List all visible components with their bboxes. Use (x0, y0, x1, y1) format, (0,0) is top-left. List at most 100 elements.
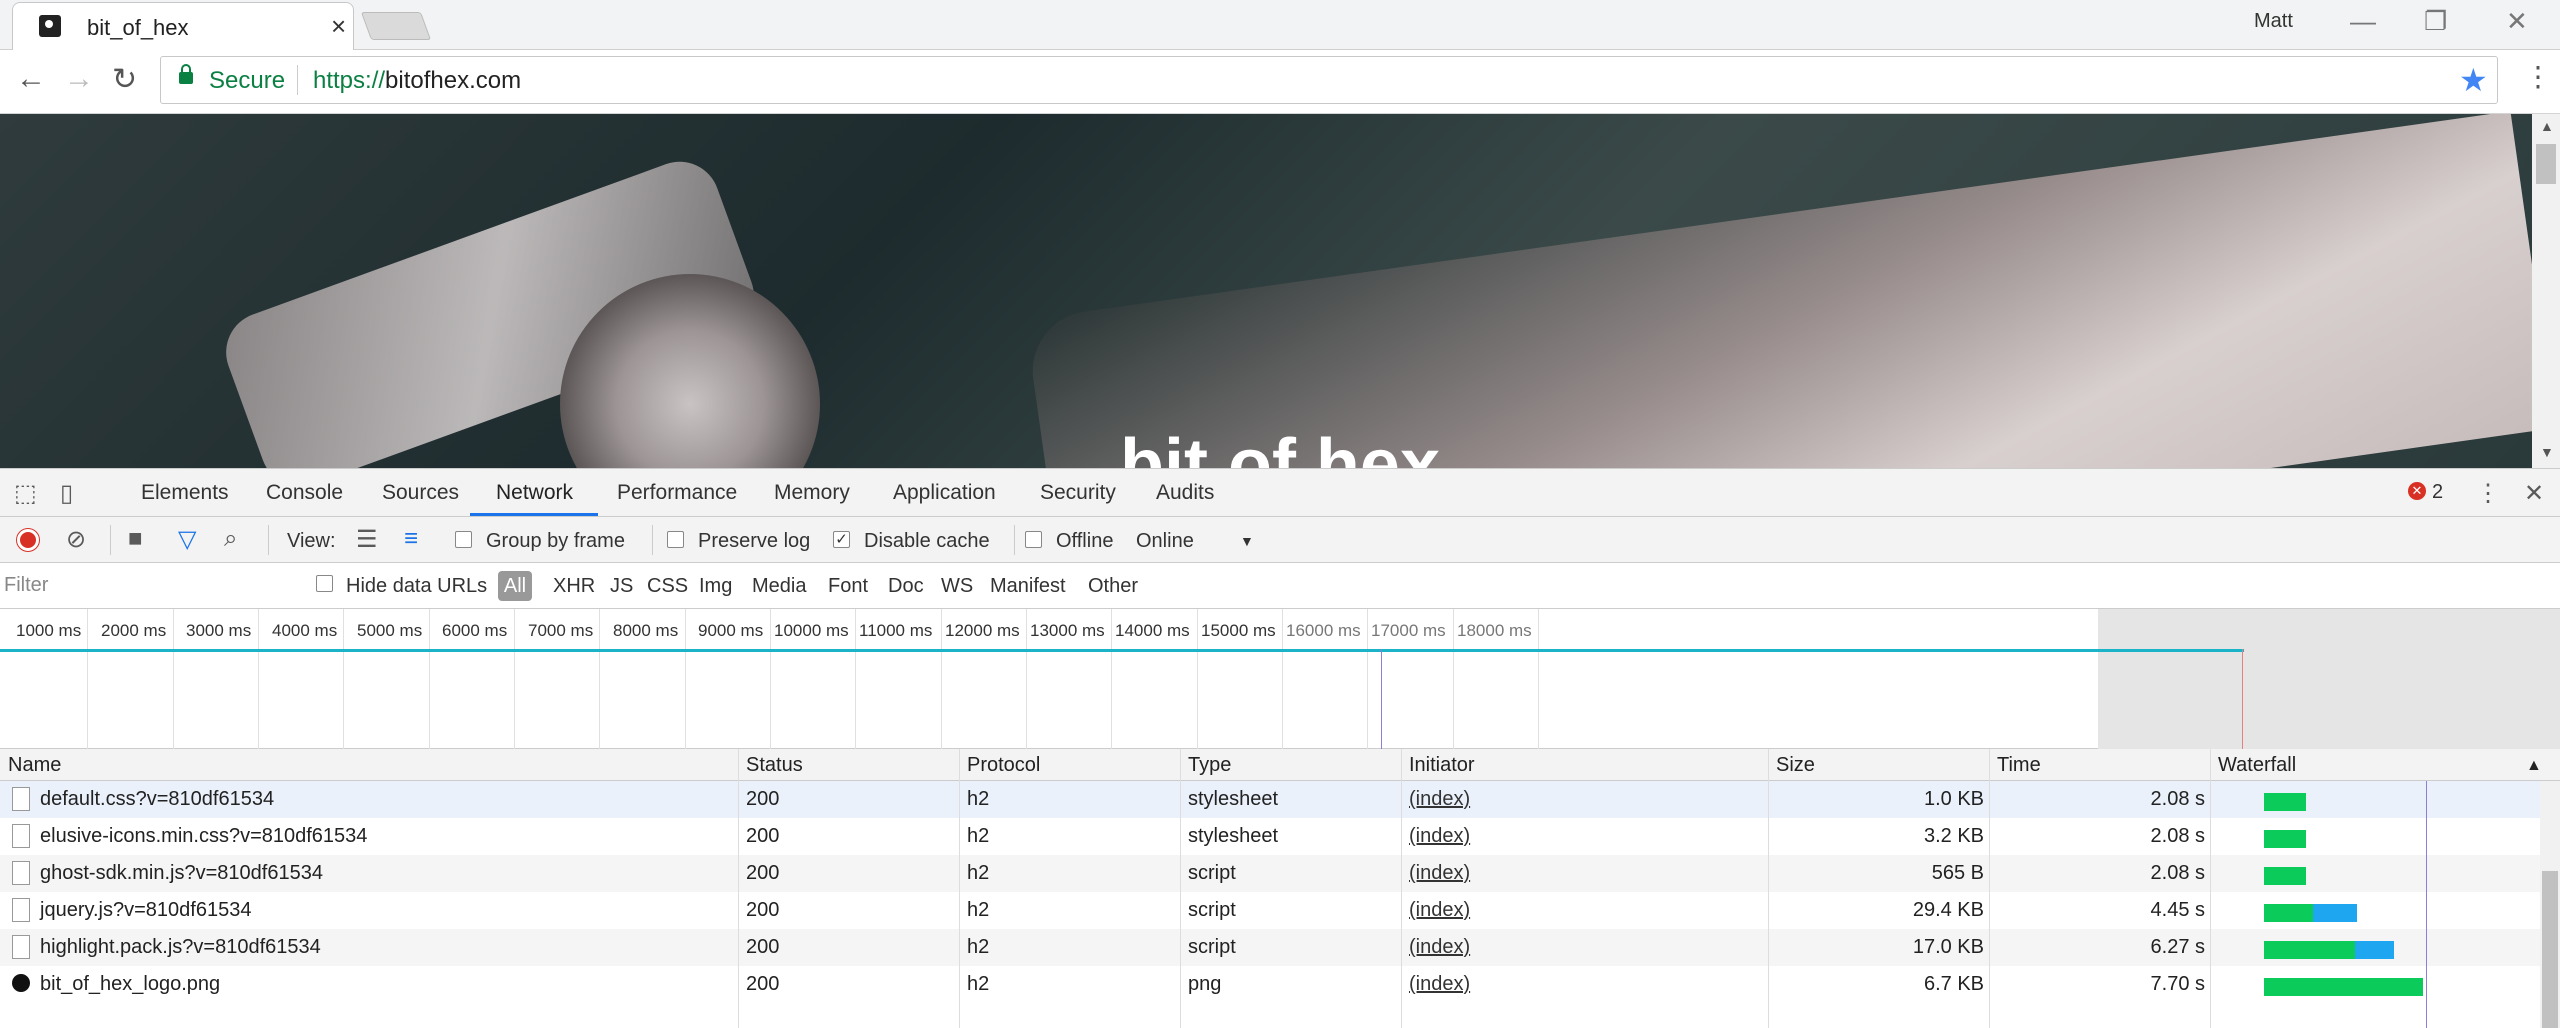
table-scroll-thumb[interactable] (2542, 871, 2558, 1028)
cell-name[interactable]: elusive-icons.min.css?v=810df61534 (40, 825, 367, 848)
error-count[interactable]: 2 (2432, 481, 2443, 504)
type-filter-media[interactable]: Media (752, 575, 806, 598)
back-icon[interactable]: ← (16, 62, 46, 96)
network-overview-timeline[interactable]: 1000 ms 2000 ms 3000 ms 4000 ms 5000 ms 6000 … (0, 609, 2560, 749)
file-icon (12, 898, 30, 922)
error-icon[interactable]: ✕ (2408, 482, 2426, 500)
cell-time: 4.45 s (2150, 899, 2205, 921)
table-scrollbar[interactable] (2540, 781, 2560, 1028)
table-row[interactable]: default.css?v=810df61534 200 h2 stylesheet (… (0, 781, 2540, 818)
inspect-element-icon[interactable]: ⬚ (14, 479, 37, 508)
close-tab-icon[interactable]: × (331, 11, 346, 42)
overview-icon[interactable]: ≡ (404, 525, 418, 553)
restore-icon[interactable]: ❐ (2424, 6, 2447, 37)
type-filter-ws[interactable]: WS (941, 575, 973, 598)
type-filter-other[interactable]: Other (1088, 575, 1138, 598)
devtools-close-icon[interactable]: ✕ (2524, 479, 2544, 508)
timeline-tick-label: 4000 ms (272, 621, 338, 640)
type-filter-all[interactable]: All (498, 571, 532, 601)
type-filter-doc[interactable]: Doc (888, 575, 924, 598)
screenshot-camera-icon[interactable]: ■ (128, 525, 143, 553)
browser-tab[interactable]: bit_of_hex × (12, 2, 354, 50)
column-header-type[interactable]: Type (1188, 754, 1231, 777)
close-window-icon[interactable]: ✕ (2506, 6, 2528, 37)
table-row[interactable]: bit_of_hex_logo.png 200 h2 png (index) 6.7 KB… (0, 966, 2540, 1003)
filter-icon[interactable]: ▽ (178, 525, 196, 554)
url-text[interactable]: https://bitofhex.com (313, 67, 521, 95)
cell-name[interactable]: default.css?v=810df61534 (40, 788, 274, 811)
column-divider[interactable] (1768, 749, 1769, 1028)
scroll-down-icon[interactable]: ▼ (2540, 444, 2554, 460)
tab-performance[interactable]: Performance (617, 481, 737, 505)
column-header-time[interactable]: Time (1997, 754, 2041, 777)
cell-initiator[interactable]: (index) (1409, 862, 1470, 885)
tab-sources[interactable]: Sources (382, 481, 459, 505)
profile-name[interactable]: Matt (2254, 10, 2293, 33)
column-divider[interactable] (738, 749, 739, 1028)
column-header-protocol[interactable]: Protocol (967, 754, 1040, 777)
search-icon[interactable]: ⌕ (224, 525, 237, 553)
cell-name[interactable]: bit_of_hex_logo.png (40, 973, 220, 996)
offline-checkbox[interactable] (1025, 531, 1042, 548)
filter-input[interactable] (4, 569, 294, 601)
devtools-menu-icon[interactable]: ⋮ (2476, 479, 2500, 508)
tab-security[interactable]: Security (1040, 481, 1116, 505)
column-divider[interactable] (959, 749, 960, 1028)
browser-menu-icon[interactable]: ⋮ (2524, 60, 2552, 93)
table-row[interactable]: elusive-icons.min.css?v=810df61534 200 h2 s… (0, 818, 2540, 855)
cell-initiator[interactable]: (index) (1409, 825, 1470, 848)
scroll-up-icon[interactable]: ▲ (2540, 118, 2554, 134)
table-row[interactable]: jquery.js?v=810df61534 200 h2 script (index)… (0, 892, 2540, 929)
chevron-down-icon[interactable]: ▼ (1240, 533, 1254, 549)
address-bar[interactable]: Secure https://bitofhex.com ★ (160, 56, 2498, 104)
tab-elements[interactable]: Elements (141, 481, 229, 505)
throttling-select[interactable]: Online (1136, 530, 1194, 553)
cell-name[interactable]: highlight.pack.js?v=810df61534 (40, 936, 321, 959)
forward-icon[interactable]: → (64, 62, 94, 96)
clear-icon[interactable]: ⊘ (66, 525, 86, 554)
cell-initiator[interactable]: (index) (1409, 936, 1470, 959)
column-header-size[interactable]: Size (1776, 754, 1815, 777)
reload-icon[interactable]: ↻ (112, 62, 137, 97)
column-divider[interactable] (2210, 749, 2211, 1028)
device-toolbar-icon[interactable]: ▯ (60, 479, 73, 508)
group-by-frame-checkbox[interactable] (455, 531, 472, 548)
column-header-status[interactable]: Status (746, 754, 803, 777)
record-icon[interactable] (17, 529, 39, 551)
type-filter-img[interactable]: Img (699, 575, 732, 598)
column-header-waterfall[interactable]: Waterfall (2218, 754, 2296, 777)
preserve-log-checkbox[interactable] (667, 531, 684, 548)
bookmark-star-icon[interactable]: ★ (2459, 61, 2488, 99)
column-divider[interactable] (1180, 749, 1181, 1028)
tab-console[interactable]: Console (266, 481, 343, 505)
tab-audits[interactable]: Audits (1156, 481, 1214, 505)
cell-name[interactable]: ghost-sdk.min.js?v=810df61534 (40, 862, 323, 885)
type-filter-css[interactable]: CSS (647, 575, 688, 598)
column-header-initiator[interactable]: Initiator (1409, 754, 1475, 777)
type-filter-xhr[interactable]: XHR (553, 575, 595, 598)
disable-cache-checkbox[interactable]: ✓ (833, 531, 850, 548)
type-filter-font[interactable]: Font (828, 575, 868, 598)
cell-initiator[interactable]: (index) (1409, 973, 1470, 996)
column-header-name[interactable]: Name (8, 754, 61, 777)
tab-memory[interactable]: Memory (774, 481, 850, 505)
hide-data-urls-checkbox[interactable] (316, 575, 333, 592)
waterfall-waiting-bar (2264, 904, 2313, 922)
sort-arrow-icon[interactable]: ▲ (2526, 757, 2542, 775)
tab-network[interactable]: Network (496, 481, 573, 505)
page-scrollbar[interactable]: ▲ ▼ (2532, 114, 2560, 468)
large-rows-icon[interactable]: ☰ (356, 525, 378, 554)
type-filter-js[interactable]: JS (610, 575, 633, 598)
column-divider[interactable] (1989, 749, 1990, 1028)
minimize-icon[interactable]: — (2350, 6, 2376, 37)
type-filter-manifest[interactable]: Manifest (990, 575, 1066, 598)
new-tab-button[interactable] (360, 12, 432, 40)
cell-name[interactable]: jquery.js?v=810df61534 (40, 899, 251, 922)
table-row[interactable]: highlight.pack.js?v=810df61534 200 h2 scrip… (0, 929, 2540, 966)
cell-initiator[interactable]: (index) (1409, 899, 1470, 922)
column-divider[interactable] (1401, 749, 1402, 1028)
table-row[interactable]: ghost-sdk.min.js?v=810df61534 200 h2 script… (0, 855, 2540, 892)
cell-initiator[interactable]: (index) (1409, 788, 1470, 811)
page-scroll-thumb[interactable] (2536, 144, 2556, 184)
tab-application[interactable]: Application (893, 481, 996, 505)
